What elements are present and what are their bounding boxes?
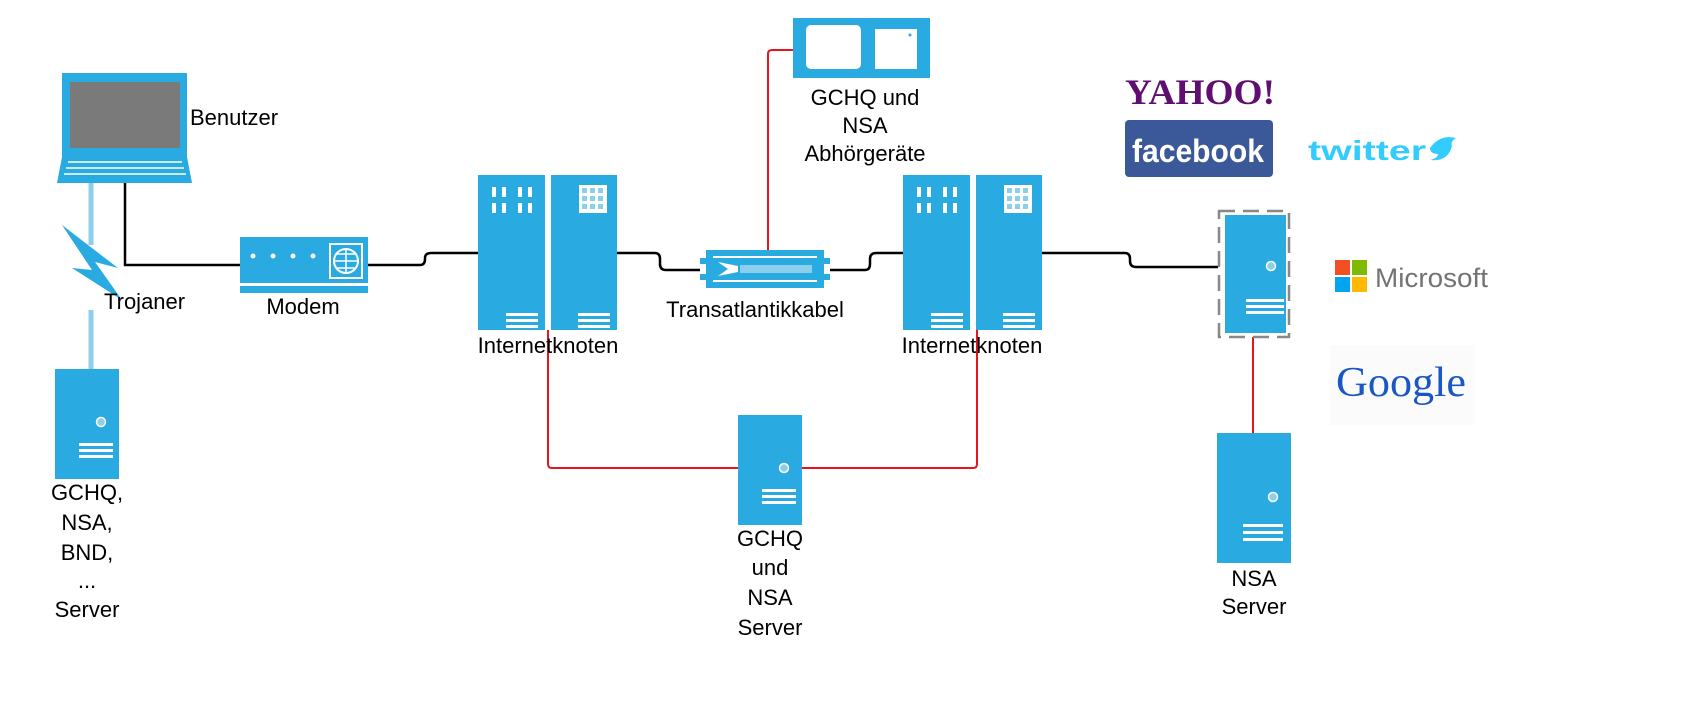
- google-logo-text: Google: [1336, 360, 1466, 406]
- tap-device-label: NSA: [842, 113, 888, 138]
- tap-device-label: Abhörgeräte: [804, 141, 925, 166]
- twitter-bird-icon: [1430, 137, 1456, 161]
- gchq-nsa-server-label: NSA: [747, 585, 793, 610]
- nsa-server-label: NSA: [1231, 566, 1277, 591]
- agency-server-label: Server: [55, 597, 120, 622]
- twitter-logo: twitter: [1308, 135, 1456, 166]
- facebook-logo: facebook: [1125, 120, 1273, 177]
- internet-node-1-label: Internetknoten: [478, 333, 619, 358]
- laptop-icon: [57, 73, 192, 183]
- internet-node-2-label: Internetknoten: [902, 333, 1043, 358]
- agency-server-label: ...: [78, 568, 96, 593]
- yahoo-logo: YAHOO!: [1125, 72, 1275, 112]
- provider-server-icon: [1217, 209, 1291, 339]
- internet-node-2-icon: [903, 175, 1042, 330]
- cable-icon: [700, 250, 830, 288]
- wire-node1-cable: [617, 251, 700, 272]
- agency-server-icon: [54, 368, 120, 480]
- nsa-server-icon: [1217, 433, 1291, 563]
- wire-modem-node1: [368, 251, 478, 267]
- tap-line-cable: [767, 49, 793, 252]
- agency-server-label: GCHQ,: [51, 480, 123, 505]
- modem-icon: [240, 237, 368, 293]
- tap-device-icon: [793, 18, 930, 78]
- tap-device-label: GCHQ und: [811, 85, 920, 110]
- wire-laptop-modem: [123, 183, 240, 267]
- gchq-nsa-server-label: und: [752, 555, 789, 580]
- wire-cable-node2: [830, 251, 903, 272]
- gchq-nsa-server-label: Server: [738, 615, 803, 640]
- facebook-logo-text: facebook: [1132, 133, 1264, 169]
- surveillance-diagram: Benutzer Trojaner GCHQ, NSA, BND, ... Se…: [51, 18, 1488, 640]
- agency-server-label: BND,: [61, 540, 114, 565]
- microsoft-logo: Microsoft: [1335, 260, 1488, 293]
- nsa-server-label: Server: [1222, 594, 1287, 619]
- twitter-logo-text: twitter: [1308, 135, 1426, 166]
- agency-server-label: NSA,: [61, 510, 112, 535]
- gchq-nsa-server-label: GCHQ: [737, 526, 803, 551]
- wire-node2-provider: [1042, 251, 1218, 269]
- user-label: Benutzer: [190, 105, 278, 130]
- microsoft-logo-text: Microsoft: [1375, 263, 1488, 293]
- internet-node-1-icon: [478, 175, 617, 330]
- gchq-nsa-server-icon: [737, 414, 803, 526]
- trojan-label: Trojaner: [104, 289, 185, 314]
- modem-label: Modem: [266, 294, 339, 319]
- google-logo: Google: [1330, 345, 1475, 425]
- cable-label: Transatlantikkabel: [666, 297, 844, 322]
